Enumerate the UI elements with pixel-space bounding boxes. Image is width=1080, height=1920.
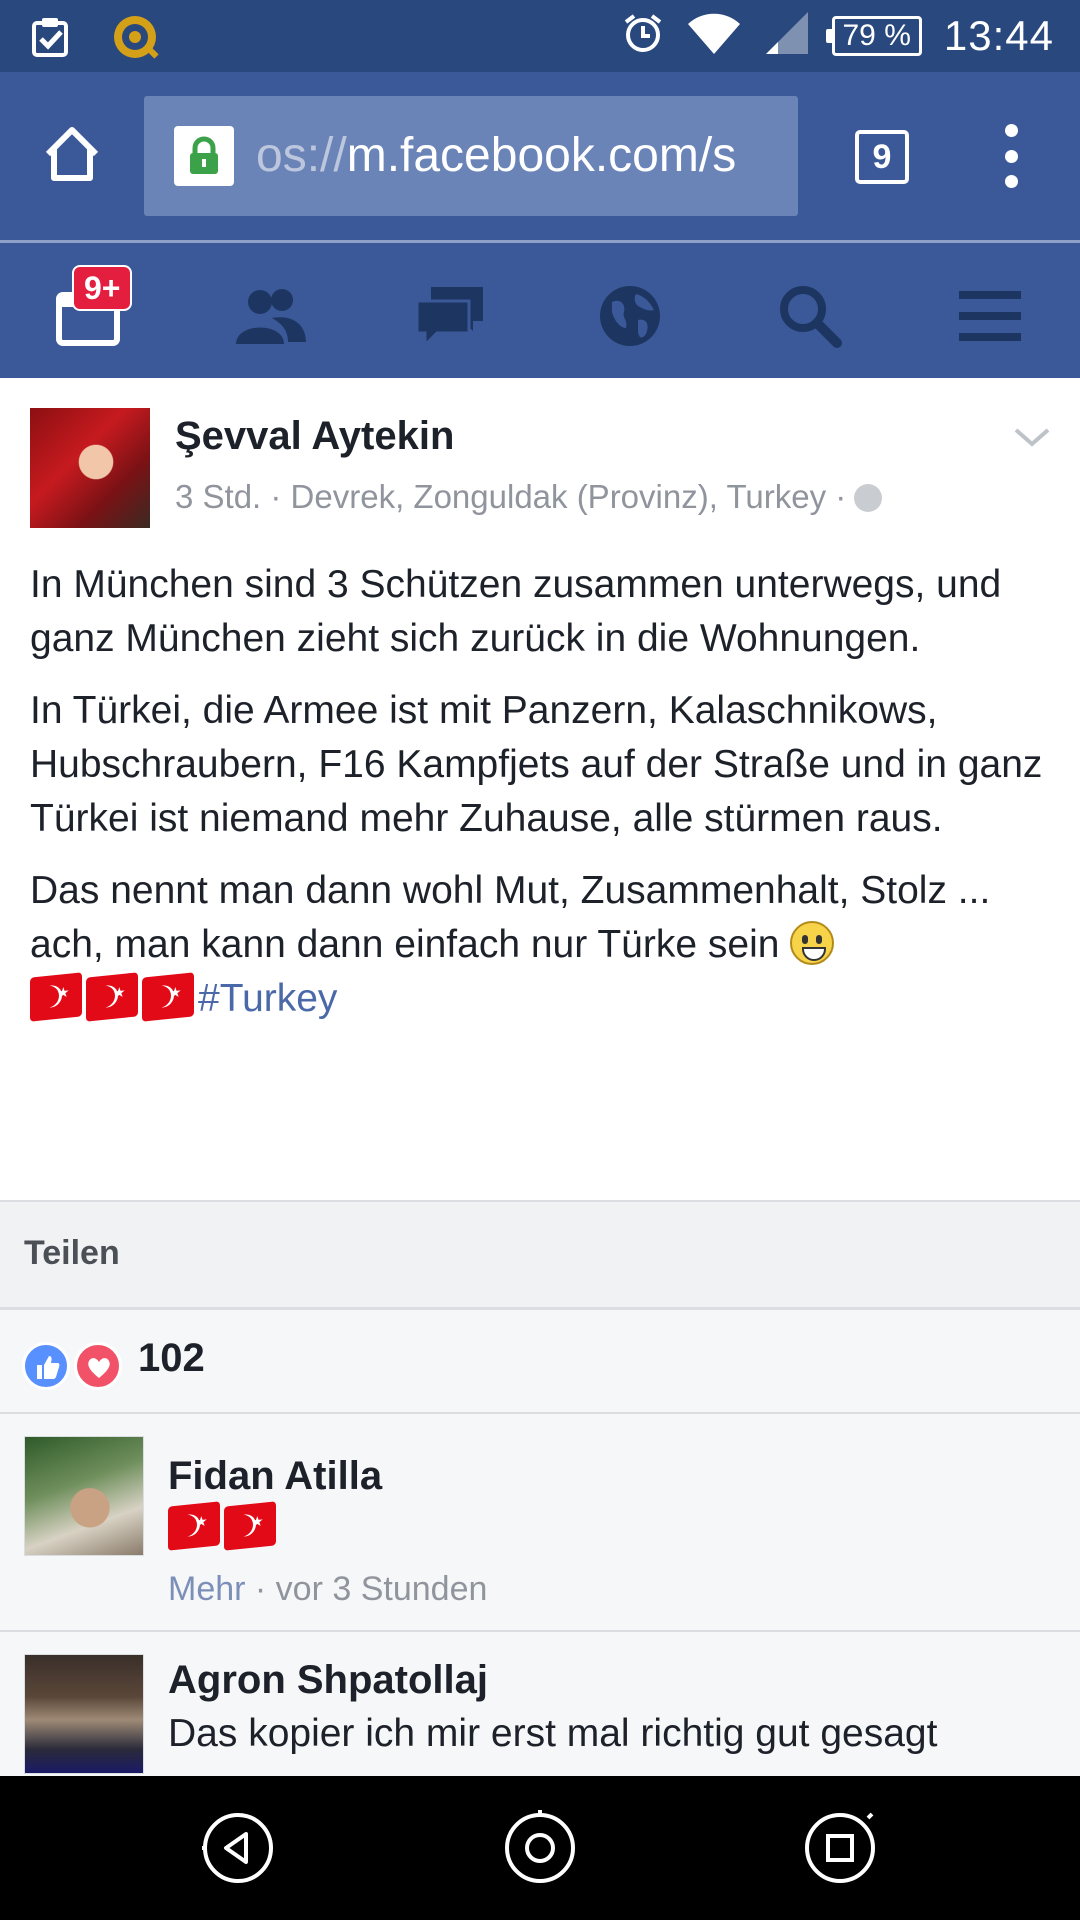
reactions-row[interactable]: 102 [0, 1310, 1080, 1414]
hashtag-link[interactable]: #Turkey [198, 977, 337, 1020]
commenter-name[interactable]: Agron Shpatollaj [168, 1658, 488, 1703]
browser-toolbar: os://m.facebook.com/s 9 [0, 72, 1080, 242]
url-bar[interactable]: os://m.facebook.com/s [144, 96, 798, 216]
battery-level: 79 % [842, 18, 911, 52]
chevron-down-icon[interactable] [1012, 422, 1052, 452]
love-reaction-icon [74, 1342, 122, 1390]
signal-icon [764, 10, 810, 61]
app-target-icon [110, 12, 160, 67]
system-nav-bar [0, 1776, 1080, 1920]
messages-icon[interactable] [410, 281, 490, 351]
home-icon[interactable] [42, 124, 102, 184]
friends-icon[interactable] [230, 281, 310, 351]
turkey-flag-icon [168, 1501, 220, 1551]
like-reaction-icon [22, 1342, 70, 1390]
post-paragraph: Das nennt man dann wohl Mut, Zusammenhal… [30, 864, 1050, 1026]
post-paragraph-text: Das nennt man dann wohl Mut, Zusammenhal… [30, 869, 991, 966]
battery-icon: 79 % [825, 15, 922, 56]
alarm-icon [622, 12, 664, 59]
notification-badge: 9+ [72, 265, 133, 311]
wifi-icon [686, 10, 742, 61]
clock: 13:44 [943, 11, 1054, 59]
turkey-flag-icon [142, 972, 194, 1022]
post-body: In München sind 3 Schützen zusammen unte… [30, 558, 1050, 1044]
comment-item: Fidan Atilla Mehr · vor 3 Stunden [0, 1414, 1080, 1632]
back-icon[interactable] [200, 1810, 276, 1886]
turkey-flag-icon [224, 1501, 276, 1551]
search-icon[interactable] [770, 281, 850, 351]
menu-icon[interactable] [950, 281, 1030, 351]
more-link[interactable]: Mehr [168, 1570, 245, 1608]
home-circle-icon[interactable] [502, 1810, 578, 1886]
turkey-flag-icon [86, 972, 138, 1022]
author-name[interactable]: Şevval Aytekin [175, 414, 454, 459]
commenter-avatar[interactable] [24, 1654, 144, 1774]
post-paragraph: In München sind 3 Schützen zusammen unte… [30, 563, 1002, 660]
clipboard-check-icon [30, 15, 74, 64]
smiley-emoji-icon [790, 921, 835, 965]
reaction-count: 102 [138, 1336, 205, 1380]
globe-icon[interactable] [590, 281, 670, 351]
public-globe-icon [854, 484, 883, 512]
lock-icon [174, 126, 234, 186]
tab-switcher-button[interactable]: 9 [855, 130, 909, 184]
post-paragraph: In Türkei, die Armee ist mit Panzern, Ka… [30, 689, 1043, 840]
url-text[interactable]: os://m.facebook.com/s [256, 120, 776, 192]
recent-apps-icon[interactable] [802, 1810, 878, 1886]
url-scheme: os:// [256, 129, 347, 182]
share-bar: Teilen [0, 1200, 1080, 1310]
browser-menu-icon[interactable] [998, 124, 1024, 188]
status-bar: 79 % 13:44 [0, 0, 1080, 72]
share-button[interactable]: Teilen [24, 1234, 120, 1273]
comment-text: Das kopier ich mir erst mal richtig gut … [168, 1712, 938, 1755]
comment-item: Agron Shpatollaj Das kopier ich mir erst… [0, 1632, 1080, 1776]
commenter-name[interactable]: Fidan Atilla [168, 1454, 382, 1499]
facebook-nav-bar: 9+ [0, 243, 1080, 378]
post-meta: 3 Std. · Devrek, Zonguldak (Provinz), Tu… [175, 478, 883, 516]
comment-time: · vor 3 Stunden [245, 1570, 488, 1608]
url-host: m.facebook.com/s [346, 129, 737, 182]
post-meta-text: 3 Std. · Devrek, Zonguldak (Provinz), Tu… [175, 478, 847, 515]
comment-meta: Mehr · vor 3 Stunden [168, 1570, 487, 1609]
author-avatar[interactable] [30, 408, 150, 528]
commenter-avatar[interactable] [24, 1436, 144, 1556]
comment-text [168, 1501, 280, 1551]
turkey-flag-icon [30, 972, 82, 1022]
